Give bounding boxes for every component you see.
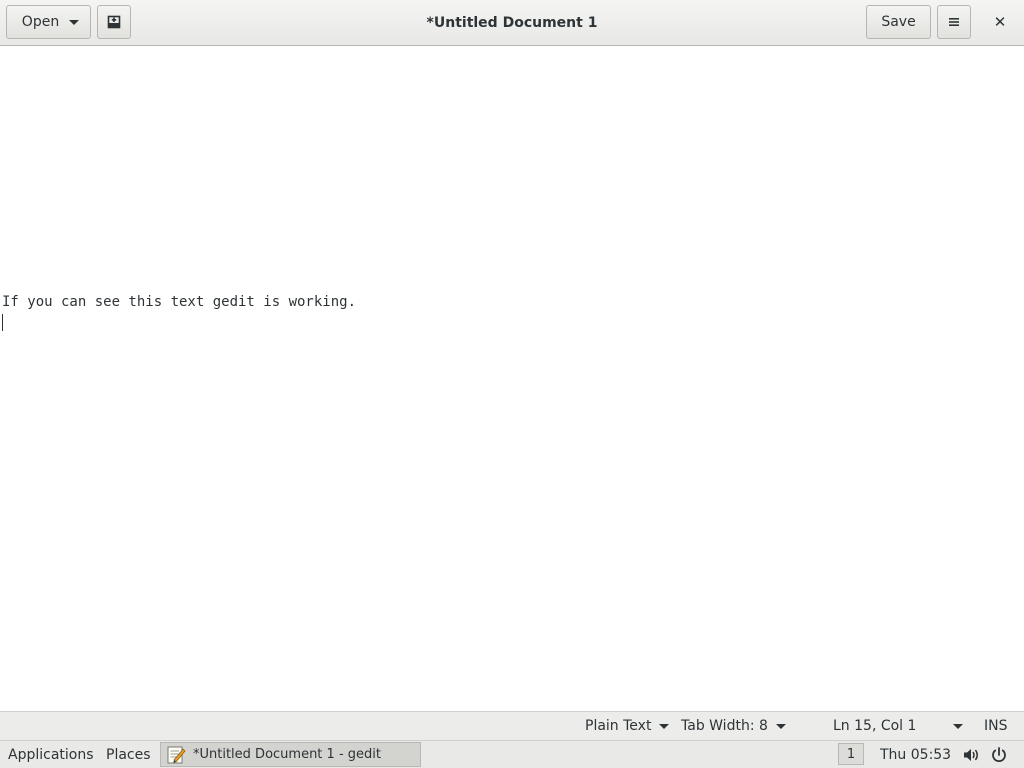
text-editor-icon — [167, 746, 186, 763]
volume-icon — [964, 748, 978, 761]
editor-text-line[interactable]: If you can see this text gedit is workin… — [2, 294, 356, 310]
volume-button[interactable] — [962, 741, 980, 768]
chevron-down-icon — [659, 723, 670, 729]
places-menu[interactable]: Places — [106, 741, 151, 768]
clock[interactable]: Thu 05:53 — [880, 741, 951, 768]
chevron-down-icon — [69, 19, 80, 25]
save-button[interactable]: Save — [866, 5, 931, 39]
status-bar: Plain Text Tab Width: 8 Ln 15, Col 1 INS — [0, 711, 1024, 740]
close-button[interactable]: ✕ — [986, 8, 1014, 36]
tab-width-label: Tab Width: 8 — [681, 718, 768, 734]
power-button[interactable] — [990, 741, 1008, 768]
language-label: Plain Text — [585, 718, 652, 734]
tab-width-selector[interactable]: Tab Width: 8 — [681, 712, 786, 740]
language-selector[interactable]: Plain Text — [585, 712, 670, 740]
gedit-window: Open *Untitled Document 1 Save ✕ If you … — [0, 0, 1024, 740]
cursor-position[interactable]: Ln 15, Col 1 — [833, 712, 916, 740]
open-button-label: Open — [21, 14, 60, 30]
insert-mode-indicator[interactable]: INS — [984, 712, 1008, 740]
new-document-button[interactable] — [97, 5, 131, 39]
text-cursor — [2, 314, 3, 331]
text-editor-area[interactable]: If you can see this text gedit is workin… — [0, 47, 1024, 711]
chevron-down-icon — [775, 723, 786, 729]
new-document-icon — [107, 15, 121, 29]
power-icon — [992, 746, 1006, 762]
taskbar-window-label: *Untitled Document 1 - gedit — [193, 747, 381, 762]
window-title: *Untitled Document 1 — [426, 15, 598, 31]
position-menu-button[interactable] — [945, 712, 963, 740]
taskbar-window-button[interactable]: *Untitled Document 1 - gedit — [160, 742, 421, 767]
workspace-switcher[interactable]: 1 — [838, 743, 864, 765]
close-icon: ✕ — [993, 13, 1007, 31]
applications-menu[interactable]: Applications — [8, 741, 94, 768]
chevron-down-icon — [953, 723, 963, 729]
hamburger-menu-icon — [949, 18, 959, 26]
open-button[interactable]: Open — [6, 5, 91, 39]
header-bar: Open *Untitled Document 1 Save ✕ — [0, 0, 1024, 46]
cursor-position-label: Ln 15, Col 1 — [833, 718, 917, 734]
taskbar: Applications Places *Untitled Document 1… — [0, 740, 1024, 768]
menu-button[interactable] — [937, 5, 971, 39]
